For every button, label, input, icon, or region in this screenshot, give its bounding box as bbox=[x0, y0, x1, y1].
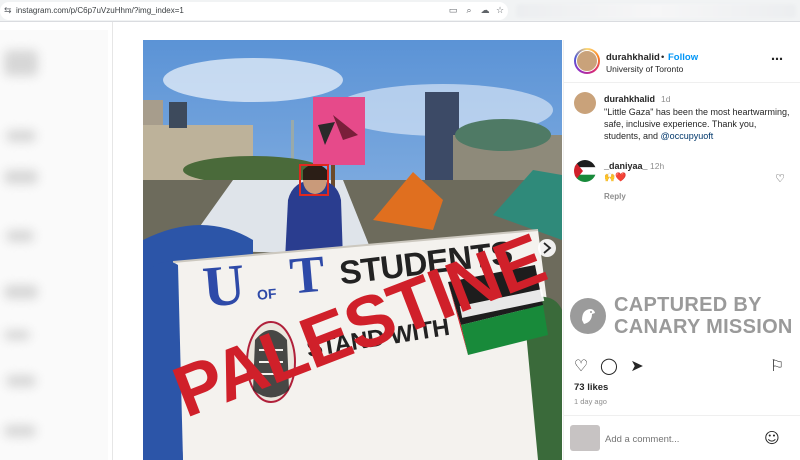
commenter-avatar[interactable] bbox=[574, 160, 596, 182]
follow-button[interactable]: Follow bbox=[668, 52, 698, 63]
browser-address-bar: ⇆ instagram.com/p/C6p7uVzuHhm/?img_index… bbox=[0, 0, 800, 22]
caption-username[interactable]: durahkhalid bbox=[604, 94, 655, 104]
author-username[interactable]: durahkhalid bbox=[606, 52, 660, 63]
separator-dot: • bbox=[661, 52, 665, 63]
post-location[interactable]: University of Toronto bbox=[606, 64, 683, 74]
watermark-line2: CANARY MISSION bbox=[614, 316, 793, 338]
add-comment-input[interactable] bbox=[605, 432, 745, 446]
banner-letter-u: U bbox=[200, 251, 248, 320]
blurred-background-sidebar bbox=[0, 30, 108, 460]
header-divider bbox=[564, 82, 800, 83]
share-icon[interactable]: ➤ bbox=[628, 357, 646, 375]
banner-word-of: OF bbox=[256, 285, 278, 303]
heart-outline-icon[interactable]: ♡ bbox=[774, 173, 786, 185]
bookmark-star-icon[interactable]: ☆ bbox=[494, 5, 506, 17]
reply-button[interactable]: Reply bbox=[604, 192, 626, 201]
current-user-avatar bbox=[570, 425, 600, 451]
likes-count[interactable]: 73 likes bbox=[574, 382, 608, 393]
url-field[interactable]: ⇆ instagram.com/p/C6p7uVzuHhm/?img_index… bbox=[0, 2, 508, 20]
watermark-line1: CAPTURED BY bbox=[614, 294, 762, 316]
comment-time: 12h bbox=[650, 161, 665, 171]
heart-icon[interactable]: ♡ bbox=[572, 357, 590, 375]
footer-divider bbox=[563, 415, 800, 416]
canary-bird-icon bbox=[570, 298, 606, 334]
caption-time: 1d bbox=[661, 94, 671, 104]
blurred-toolbar bbox=[516, 4, 796, 18]
emoji-icon[interactable]: ☺ bbox=[763, 429, 781, 447]
more-options-icon[interactable]: ⋯ bbox=[770, 52, 784, 66]
caption-avatar[interactable] bbox=[574, 92, 596, 114]
zoom-icon[interactable]: ⌕ bbox=[463, 5, 475, 17]
watermark: CAPTURED BY CANARY MISSION bbox=[570, 294, 796, 340]
cast-icon[interactable]: ▭ bbox=[447, 5, 459, 17]
comment-text: 🙌❤️ bbox=[604, 173, 627, 183]
author-avatar[interactable] bbox=[574, 48, 600, 74]
site-info-icon[interactable]: ⇆ bbox=[4, 6, 14, 16]
comment-icon[interactable]: ◯ bbox=[600, 357, 618, 375]
extension-icon[interactable]: ☁ bbox=[479, 5, 491, 17]
commenter-username[interactable]: _daniyaa_ bbox=[604, 161, 648, 171]
url-text: instagram.com/p/C6p7uVzuHhm/?img_index=1 bbox=[16, 6, 184, 15]
posted-time: 1 day ago bbox=[574, 397, 607, 406]
bookmark-icon[interactable]: ⚐ bbox=[768, 357, 786, 375]
caption-mention[interactable]: @occupyuoft bbox=[661, 131, 714, 141]
caption-text: "Little Gaza" has been the most heartwar… bbox=[604, 106, 794, 142]
